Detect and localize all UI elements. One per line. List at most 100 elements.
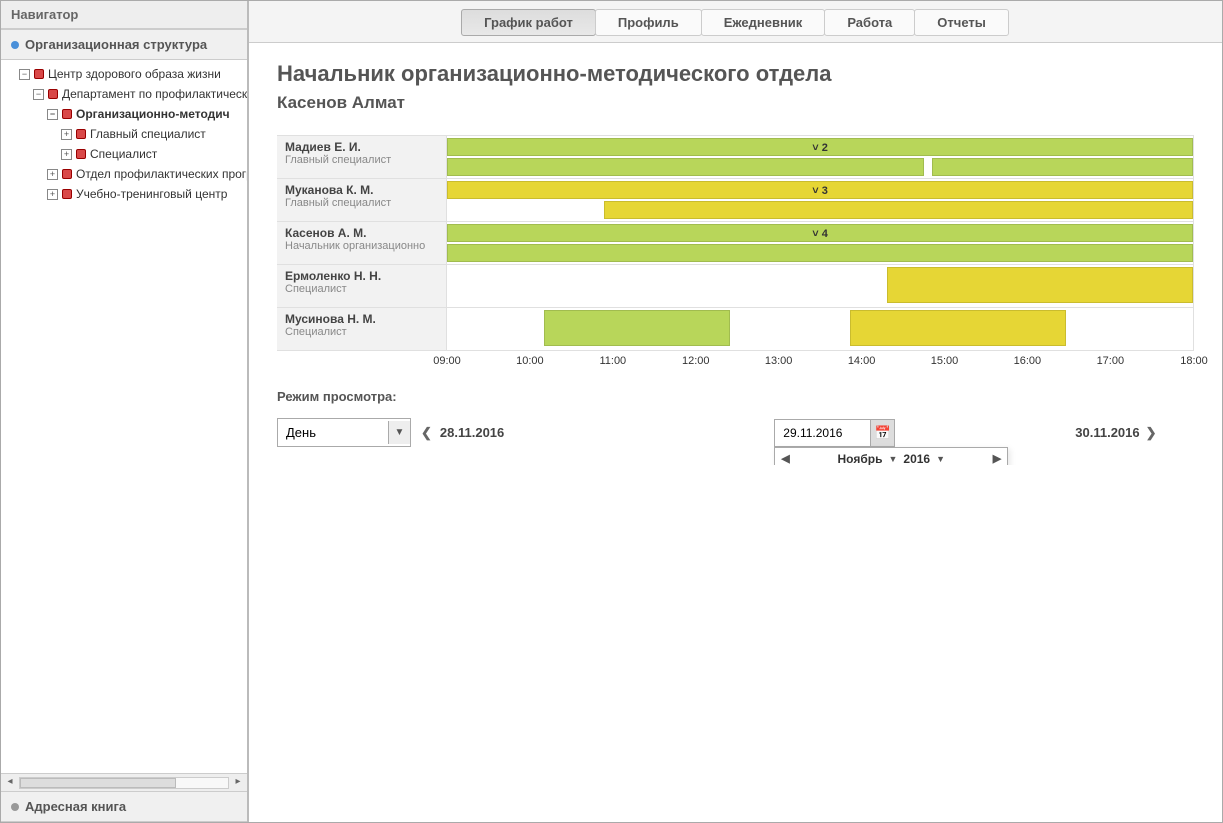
tree-label: Специалист: [90, 147, 157, 161]
person-role: Специалист: [285, 326, 438, 338]
tree-node-prof-prog[interactable]: + Отдел профилактических програм: [43, 164, 247, 184]
scroll-thumb[interactable]: [20, 778, 176, 788]
tree-node-org-method[interactable]: − Организационно-методич: [43, 104, 247, 124]
collapse-icon[interactable]: −: [33, 89, 44, 100]
dropdown-icon[interactable]: ▼: [888, 454, 897, 464]
next-date[interactable]: 30.11.2016: [1075, 425, 1139, 440]
calendar-popup: ◀ Ноябрь▼ 2016▼ ▶ ПнВтСрЧтПтСбВс 1234567…: [774, 447, 1008, 466]
org-structure-label: Организационная структура: [25, 37, 207, 52]
expand-icon[interactable]: +: [61, 149, 72, 160]
tree-node-chief-spec[interactable]: + Главный специалист: [57, 124, 247, 144]
chevron-down-icon: ˅: [812, 142, 818, 154]
gantt-row: Ермоленко Н. Н. Специалист: [277, 264, 1194, 307]
gantt-bar[interactable]: [447, 244, 1193, 262]
org-structure-section[interactable]: Организационная структура: [1, 29, 247, 60]
calendar-icon[interactable]: 📅: [870, 420, 894, 446]
gantt-row-label: Касенов А. М. Начальник организационно: [277, 222, 447, 264]
folder-icon: [76, 129, 86, 139]
person-role: Начальник организационно: [285, 240, 438, 252]
collapse-icon[interactable]: −: [19, 69, 30, 80]
scroll-track[interactable]: [19, 777, 229, 789]
person-role: Главный специалист: [285, 197, 438, 209]
chevron-right-icon[interactable]: ❯: [1146, 425, 1157, 441]
date-picker: 📅 ◀ Ноябрь▼ 2016▼ ▶ ПнВтСрЧтПтСбВс: [774, 419, 895, 447]
gantt-bars[interactable]: ˅ 2: [447, 136, 1194, 178]
tree-node-spec[interactable]: + Специалист: [57, 144, 247, 164]
sidebar: Навигатор Организационная структура − Це…: [1, 1, 249, 822]
main-panel: График работ Профиль Ежедневник Работа О…: [249, 1, 1222, 822]
gantt-bars[interactable]: ˅ 3: [447, 179, 1194, 221]
scroll-left-icon[interactable]: ◂: [3, 776, 17, 790]
page-subtitle: Касенов Алмат: [277, 93, 1194, 113]
scroll-right-icon[interactable]: ▸: [231, 776, 245, 790]
gantt-row: Муканова К. М. Главный специалист ˅ 3: [277, 178, 1194, 221]
axis-label: 16:00: [1014, 355, 1042, 367]
address-book-section[interactable]: Адресная книга: [1, 791, 247, 822]
dropdown-icon[interactable]: ▼: [388, 421, 410, 444]
person-name: Касенов А. М.: [285, 226, 438, 240]
viewmode-input[interactable]: [278, 419, 388, 446]
gantt-bar[interactable]: [887, 267, 1193, 303]
tab-bar: График работ Профиль Ежедневник Работа О…: [249, 1, 1222, 43]
gantt-bar[interactable]: [850, 310, 1066, 346]
expand-icon[interactable]: +: [47, 169, 58, 180]
tree-node-training[interactable]: + Учебно-тренинговый центр: [43, 184, 247, 204]
axis-label: 13:00: [765, 355, 793, 367]
gantt-bars[interactable]: ˅ 4: [447, 222, 1194, 264]
gantt-row: Мадиев Е. И. Главный специалист ˅ 2: [277, 135, 1194, 178]
gantt-row: Касенов А. М. Начальник организационно ˅…: [277, 221, 1194, 264]
expand-icon[interactable]: +: [61, 129, 72, 140]
gantt-bar[interactable]: [447, 158, 924, 176]
folder-icon: [34, 69, 44, 79]
gantt-bar[interactable]: [932, 158, 1193, 176]
expand-icon[interactable]: +: [47, 189, 58, 200]
gantt-bar[interactable]: [544, 310, 731, 346]
date-input[interactable]: [775, 420, 870, 446]
person-name: Ермоленко Н. Н.: [285, 269, 438, 283]
tab-schedule[interactable]: График работ: [461, 9, 596, 36]
viewmode-select[interactable]: ▼: [277, 418, 411, 447]
tree-label: Учебно-тренинговый центр: [76, 187, 227, 201]
tree-label: Организационно-методич: [76, 107, 230, 121]
cal-next-icon[interactable]: ▶: [993, 452, 1001, 465]
folder-icon: [62, 169, 72, 179]
tree-label: Отдел профилактических програм: [76, 167, 247, 181]
cal-year[interactable]: 2016: [903, 452, 930, 466]
folder-icon: [48, 89, 58, 99]
gantt-bars[interactable]: [447, 308, 1194, 350]
axis-label: 18:00: [1180, 355, 1208, 367]
prev-date[interactable]: 28.11.2016: [440, 425, 504, 440]
horizontal-scrollbar[interactable]: ◂ ▸: [1, 773, 247, 791]
tab-profile[interactable]: Профиль: [595, 9, 702, 36]
axis-label: 10:00: [516, 355, 544, 367]
gantt-bar-summary[interactable]: ˅ 2: [447, 138, 1193, 156]
gantt-bars[interactable]: [447, 265, 1194, 307]
chevron-down-icon: ˅: [812, 185, 818, 197]
tree-node-root[interactable]: − Центр здорового образа жизни: [15, 64, 247, 84]
date-input-group: 📅: [774, 419, 895, 447]
tab-work[interactable]: Работа: [824, 9, 915, 36]
tab-reports[interactable]: Отчеты: [914, 9, 1009, 36]
person-role: Главный специалист: [285, 154, 438, 166]
cal-month[interactable]: Ноябрь: [838, 452, 883, 466]
page-title: Начальник организационно-методического о…: [277, 61, 1194, 87]
gantt-bar-summary[interactable]: ˅ 4: [447, 224, 1193, 242]
chevron-left-icon[interactable]: ❮: [421, 425, 432, 441]
person-role: Специалист: [285, 283, 438, 295]
next-date-nav: 30.11.2016 ❯: [1075, 425, 1156, 441]
gantt-row-label: Муканова К. М. Главный специалист: [277, 179, 447, 221]
bullet-icon: [11, 803, 19, 811]
gantt-bar-summary[interactable]: ˅ 3: [447, 181, 1193, 199]
tree-label: Департамент по профилактическим п: [62, 87, 247, 101]
collapse-icon[interactable]: −: [47, 109, 58, 120]
axis-label: 14:00: [848, 355, 876, 367]
gantt-row-label: Ермоленко Н. Н. Специалист: [277, 265, 447, 307]
axis-label: 12:00: [682, 355, 710, 367]
cal-prev-icon[interactable]: ◀: [781, 452, 789, 465]
axis-label: 09:00: [433, 355, 461, 367]
gantt-bar[interactable]: [604, 201, 1193, 219]
tab-diary[interactable]: Ежедневник: [701, 9, 826, 36]
dropdown-icon[interactable]: ▼: [936, 454, 945, 464]
navigator-header: Навигатор: [1, 1, 247, 29]
tree-node-dept[interactable]: − Департамент по профилактическим п: [29, 84, 247, 104]
